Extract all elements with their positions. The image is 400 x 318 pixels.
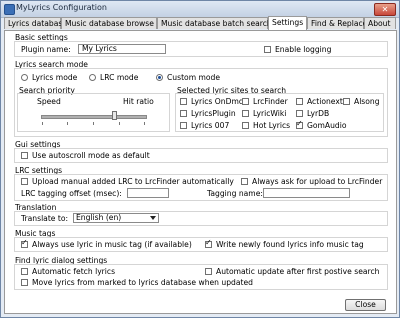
auto-fetch-checkbox[interactable]	[21, 268, 28, 275]
translate-to-select[interactable]: English (en)	[73, 213, 159, 223]
lyrics-mode-radio[interactable]	[21, 74, 28, 81]
tab-music-database-browse[interactable]: Music database browse	[61, 17, 157, 29]
site-label: Alsong	[354, 97, 380, 106]
ask-upload-checkbox[interactable]	[241, 178, 248, 185]
site-checkbox-lyrics-ondmd[interactable]	[180, 98, 187, 105]
ask-upload-label: Always ask for upload to LrcFinder	[252, 177, 383, 186]
plugin-name-input[interactable]: My Lyrics	[78, 44, 166, 54]
site-checkbox-lyrdb[interactable]	[296, 110, 303, 117]
lrc-mode-label: LRC mode	[100, 73, 139, 82]
tab-music-database-batch-search[interactable]: Music database batch search	[157, 17, 272, 29]
tab-about[interactable]: About	[364, 17, 396, 29]
auto-fetch-label: Automatic fetch lyrics	[32, 267, 116, 276]
site-label: Hot Lyrics	[253, 121, 291, 130]
write-music-tag-label: Write newly found lyrics info music tag	[216, 240, 364, 249]
site-checkbox-lrcfinder[interactable]	[242, 98, 249, 105]
slider-tick	[42, 122, 43, 125]
tab-lyrics-database[interactable]: Lyrics database	[4, 17, 67, 29]
chevron-down-icon	[150, 216, 156, 220]
hit-ratio-label: Hit ratio	[123, 97, 154, 106]
enable-logging-label: Enable logging	[275, 45, 332, 54]
auto-update-checkbox[interactable]	[205, 268, 212, 275]
autoscroll-label: Use autoscroll mode as default	[32, 151, 150, 160]
settings-panel: Basic settings Plugin name: My Lyrics En…	[4, 30, 397, 314]
site-checkbox-alsong[interactable]	[343, 98, 350, 105]
site-label: LyricsPlugin	[191, 109, 236, 118]
lyrics-mode-label: Lyrics mode	[32, 73, 78, 82]
tagging-offset-label: LRC tagging offset (msec):	[21, 189, 122, 198]
custom-mode-label: Custom mode	[167, 73, 221, 82]
site-checkbox-actionext[interactable]	[296, 98, 303, 105]
slider-tick	[93, 122, 94, 125]
tab-find-replace[interactable]: Find & Replace	[307, 17, 367, 29]
window-title: MyLyrics Configuration	[16, 3, 107, 12]
site-checkbox-gomaudio[interactable]	[296, 119, 303, 129]
auto-update-label: Automatic update after first postive sea…	[216, 267, 380, 276]
write-music-tag-checkbox[interactable]	[205, 238, 212, 248]
upload-lrc-checkbox[interactable]	[21, 178, 28, 185]
move-lyrics-checkbox[interactable]	[21, 279, 28, 286]
site-label: LyricWiki	[253, 109, 287, 118]
use-music-tag-checkbox[interactable]	[21, 238, 28, 248]
slider-tick	[144, 122, 145, 125]
plugin-name-label: Plugin name:	[21, 45, 71, 54]
move-lyrics-label: Move lyrics from marked to lyrics databa…	[32, 278, 253, 287]
custom-mode-radio[interactable]	[156, 74, 163, 81]
site-label: Lyrics OnDmd	[191, 97, 244, 106]
configuration-window: MyLyrics Configuration ✕ Lyrics database…	[0, 0, 400, 318]
site-label: Actionext	[307, 97, 343, 106]
site-label: LyrDB	[307, 109, 330, 118]
enable-logging-checkbox[interactable]	[264, 46, 271, 53]
site-checkbox-hot-lyrics[interactable]	[242, 122, 249, 129]
priority-slider-track[interactable]	[41, 115, 147, 119]
window-close-icon[interactable]: ✕	[374, 3, 396, 16]
tagging-name-label: Tagging name:	[207, 189, 263, 198]
priority-slider-thumb[interactable]	[111, 111, 117, 120]
tab-settings[interactable]: Settings	[268, 16, 307, 30]
tagging-offset-input[interactable]	[127, 188, 169, 198]
site-checkbox-lyrics007[interactable]	[180, 122, 187, 129]
speed-label: Speed	[37, 97, 61, 106]
site-label: Lyrics 007	[191, 121, 230, 130]
use-music-tag-label: Always use lyric in music tag (if availa…	[32, 240, 192, 249]
title-bar: MyLyrics Configuration ✕	[1, 1, 399, 18]
translate-to-value: English (en)	[76, 213, 122, 222]
app-icon	[4, 4, 15, 15]
site-checkbox-lyricwiki[interactable]	[242, 110, 249, 117]
tab-strip: Lyrics database Music database browse Mu…	[4, 16, 398, 30]
site-checkbox-lyricsplugin[interactable]	[180, 110, 187, 117]
slider-tick	[67, 122, 68, 125]
site-label: LrcFinder	[253, 97, 288, 106]
autoscroll-checkbox[interactable]	[21, 152, 28, 159]
translate-to-label: Translate to:	[21, 214, 69, 223]
tagging-name-input[interactable]	[263, 188, 350, 198]
slider-tick	[119, 122, 120, 125]
site-label: GomAudio	[307, 121, 347, 130]
upload-lrc-label: Upload manual added LRC to LrcFinder aut…	[32, 177, 234, 186]
translation-group	[14, 211, 388, 226]
close-button[interactable]: Close	[345, 299, 386, 311]
lrc-mode-radio[interactable]	[89, 74, 96, 81]
